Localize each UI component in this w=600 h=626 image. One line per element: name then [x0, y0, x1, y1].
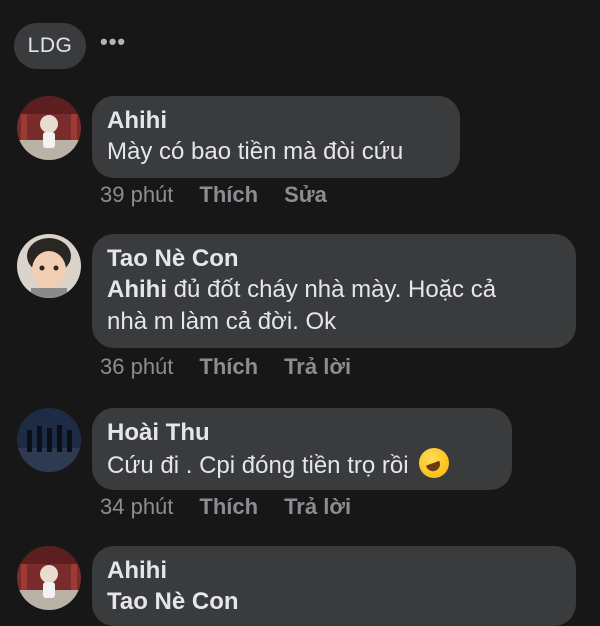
page-header: LDG ••• [14, 23, 126, 69]
avatar[interactable] [17, 546, 81, 610]
comment-text: Mày có bao tiền mà đòi cứu [107, 138, 404, 165]
mention-link[interactable]: Ahihi [107, 276, 167, 303]
comment-author[interactable]: Tao Nè Con [107, 244, 560, 274]
comment-time: 39 phút [100, 182, 174, 207]
comment-text: Cứu đi . Cpi đóng tiền trọ rồi [107, 448, 496, 482]
comment-bubble: Hoài Thu Cứu đi . Cpi đóng tiền trọ rồi [92, 408, 512, 490]
comment-meta: 36 phút Thích Trả lời [100, 354, 377, 380]
like-button[interactable]: Thích [199, 182, 258, 208]
avatar[interactable] [17, 408, 81, 472]
comment-text: Tao Nè Con [107, 586, 560, 618]
reply-button[interactable]: Trả lời [284, 354, 351, 380]
comment-bubble: Tao Nè Con Ahihi đủ đốt cháy nhà mày. Ho… [92, 234, 576, 348]
comment-meta: 34 phút Thích Trả lời [100, 494, 377, 520]
avatar[interactable] [17, 96, 81, 160]
comment-time: 34 phút [100, 494, 174, 519]
avatar[interactable] [17, 234, 81, 298]
comment-time: 36 phút [100, 354, 174, 379]
comment-text-line2: nhà m làm cả đời. Ok [107, 308, 337, 335]
comment-author[interactable]: Ahihi [107, 106, 444, 136]
rolling-laughing-emoji-icon [419, 448, 450, 478]
page-avatar[interactable]: LDG [14, 23, 86, 69]
like-button[interactable]: Thích [199, 354, 258, 380]
edit-button[interactable]: Sửa [284, 182, 327, 208]
comment-author[interactable]: Hoài Thu [107, 418, 496, 448]
comment-text-content: Cứu đi . Cpi đóng tiền trọ rồi [107, 452, 409, 479]
like-button[interactable]: Thích [199, 494, 258, 520]
comment-bubble: Ahihi Tao Nè Con [92, 546, 576, 626]
comment-bubble: Ahihi Mày có bao tiền mà đòi cứu [92, 96, 460, 178]
comment-meta: 39 phút Thích Sửa [100, 182, 353, 208]
more-horizontal-icon[interactable]: ••• [100, 31, 126, 61]
reply-button[interactable]: Trả lời [284, 494, 351, 520]
comment-text: Ahihi đủ đốt cháy nhà mày. Hoặc cả [107, 274, 560, 306]
comment-author[interactable]: Ahihi [107, 556, 560, 586]
comment-text-line1: đủ đốt cháy nhà mày. Hoặc cả [167, 276, 497, 303]
mention-link[interactable]: Tao Nè Con [107, 588, 239, 615]
